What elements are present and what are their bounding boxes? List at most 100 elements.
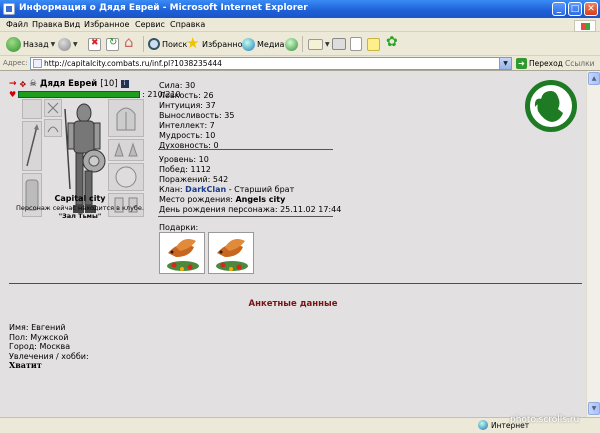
media-icon [242,37,255,51]
chevron-down-icon[interactable]: ▼ [51,41,56,48]
spear-icon [26,124,39,167]
refresh-button[interactable] [106,36,119,52]
icq-button[interactable] [386,34,400,52]
divider [158,149,333,150]
address-field[interactable]: ▼ [30,57,512,70]
mail-button[interactable]: ▼ [308,36,330,52]
profile-hobbies: Хватит [9,360,42,370]
info-birthplace: Место рождения: Angels city [159,195,341,205]
mail-icon [308,38,323,50]
globe-icon [478,420,488,430]
edit-button[interactable] [350,36,362,52]
history-icon [285,37,298,51]
address-label: Адрес: [3,59,28,67]
gifts-label: Подарки: [159,223,199,232]
slot-shield[interactable] [108,163,144,191]
info-wins: Побед: 1112 [159,165,211,174]
go-arrow-icon: ➜ [516,58,527,69]
slot-ring[interactable] [44,119,62,137]
history-button[interactable] [285,36,298,52]
stat-strength: Сила: 30 [159,81,196,90]
favorites-button[interactable]: Избранное [186,34,248,52]
menu-bar: Файл Правка Вид Избранное Сервис Справка [0,18,600,32]
arrow-right-icon: → [9,79,17,89]
media-button[interactable]: Медиа [242,36,284,52]
home-button[interactable] [124,33,138,52]
divider [158,216,333,217]
slot-weapon[interactable] [22,121,42,171]
arc-icon [47,126,59,133]
watermark: photo.scrolls.ru [510,415,580,425]
gift-item[interactable] [208,232,254,274]
profile-name: Имя: Евгений [9,323,66,332]
chevron-down-icon[interactable]: ▼ [325,41,330,48]
back-button[interactable]: Назад ▼ [6,36,55,52]
back-arrow-icon [6,36,21,52]
info-birthday: День рождения персонажа: 25.11.02 17:44 [159,205,342,214]
go-button[interactable]: ➜ Переход [516,58,563,69]
stat-endurance: Выносливость: 35 [159,111,235,120]
character-name: Дядя Еврей [39,79,98,89]
character-city: Capital city [54,194,106,203]
profile-gender: Пол: Мужской [9,332,69,342]
home-icon [124,33,138,51]
vertical-scrollbar[interactable]: ▲ ▼ [586,71,600,417]
slot-helmet[interactable] [108,99,144,137]
slot-earrings[interactable] [22,99,42,119]
stat-intellect: Интеллект: 7 [159,121,215,130]
address-input[interactable] [44,58,494,69]
toolbar: Назад ▼ ▼ Поиск Избранное Медиа ▼ [0,32,600,56]
info-icon[interactable]: i [120,80,129,88]
forward-button[interactable]: ▼ [58,36,78,52]
menu-favorites[interactable]: Избранное [84,20,129,29]
clan-icon[interactable]: ✥ [20,80,27,89]
close-button[interactable]: ✕ [584,2,598,16]
in-club-text: Персонаж сейчас находится в клубе. [16,204,144,212]
print-button[interactable] [332,36,346,52]
menu-help[interactable]: Справка [170,20,205,29]
ie-page-icon [3,3,15,15]
favorites-label: Избранное [202,39,248,49]
clan-rank: - Старший брат [228,185,295,194]
menu-file[interactable]: Файл [6,20,28,29]
printer-icon [332,38,346,50]
chevron-down-icon[interactable]: ▼ [73,41,78,48]
go-label: Переход [529,59,563,68]
birthplace-prefix: Место рождения: [159,195,233,204]
scroll-up-button[interactable]: ▲ [588,72,600,85]
gift-item[interactable] [159,232,205,274]
title-bar: Информация о Дядя Еврей - Microsoft Inte… [0,0,600,18]
character-name-line: → ✥ ☠ Дядя Еврей [10] i [9,79,129,89]
slot-amulet[interactable] [44,99,62,117]
windows-logo-icon [574,20,596,32]
gifts-list [159,232,254,274]
search-icon [148,38,160,50]
clan-link[interactable]: DarkClan [185,185,226,194]
icq-flower-icon [386,34,400,51]
stop-button[interactable] [88,36,101,52]
menu-edit[interactable]: Правка [32,20,62,29]
maximize-button[interactable]: □ [568,2,582,16]
birthplace-value: Angels city [235,195,286,204]
page-icon [33,59,42,68]
shield-icon [115,166,137,188]
media-label: Медиа [257,39,285,49]
forward-arrow-icon [58,37,71,51]
search-button[interactable]: Поиск [148,36,187,52]
discuss-button[interactable] [367,36,380,52]
slot-gloves[interactable] [108,139,144,161]
character-level: [10] [100,79,118,89]
search-label: Поиск [162,39,188,49]
hp-bar [18,91,141,98]
info-losses: Поражений: 542 [159,175,229,184]
stats-list: Сила: 30 Ловкость: 26 Интуиция: 37 Вынос… [159,81,234,151]
chevron-down-icon[interactable]: ▼ [499,58,511,69]
minimize-button[interactable]: _ [552,2,566,16]
scroll-down-button[interactable]: ▼ [588,402,600,415]
back-label: Назад [23,39,49,49]
window-title: Информация о Дядя Еврей - Microsoft Inte… [19,3,308,13]
menu-tools[interactable]: Сервис [135,20,165,29]
links-button[interactable]: Ссылки [565,59,594,68]
profile-data: Имя: Евгений Пол: Мужской Город: Москва … [9,323,89,371]
menu-view[interactable]: Вид [64,20,80,29]
